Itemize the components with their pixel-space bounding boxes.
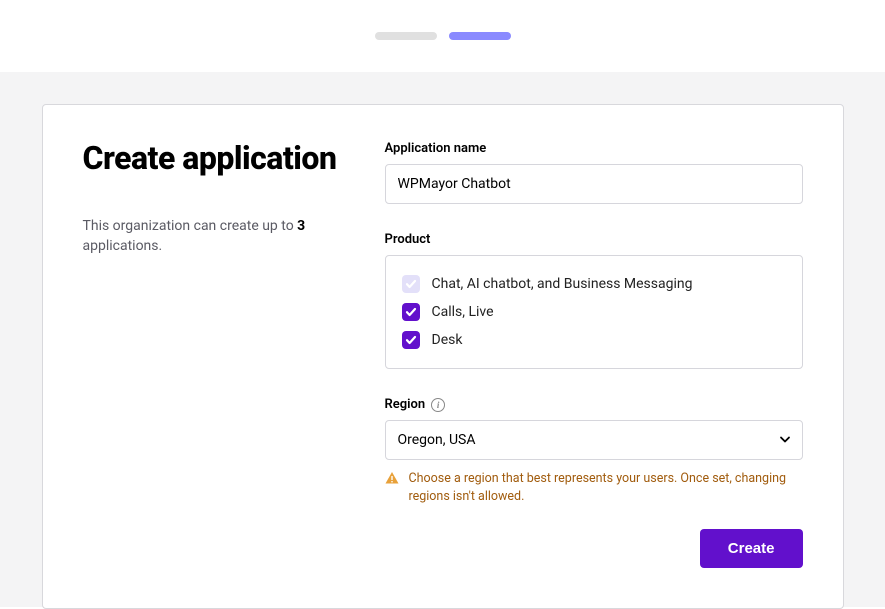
region-section: Region i Oregon, USA Choose a region tha [385,397,803,505]
checkbox-checked-icon [402,303,420,321]
progress-step-1 [375,32,437,40]
product-option-label: Calls, Live [432,304,494,320]
product-option-chat: Chat, AI chatbot, and Business Messaging [402,270,786,298]
product-option-calls[interactable]: Calls, Live [402,298,786,326]
product-options-box: Chat, AI chatbot, and Business Messaging… [385,255,803,369]
checkbox-checked-disabled-icon [402,275,420,293]
page-title: Create application [83,141,345,176]
create-button[interactable]: Create [700,529,803,568]
info-icon[interactable]: i [431,398,445,412]
application-name-input[interactable] [385,164,803,204]
product-section: Product Chat, AI chatbot, and Business M… [385,232,803,369]
product-option-label: Desk [432,332,463,348]
region-warning: Choose a region that best represents you… [385,470,803,505]
product-option-desk[interactable]: Desk [402,326,786,354]
product-label: Product [385,232,803,247]
progress-step-2-active [449,32,511,40]
progress-bar [0,0,885,72]
create-application-card: Create application This organization can… [42,104,844,609]
region-label: Region i [385,397,803,412]
application-name-label: Application name [385,141,803,156]
region-select[interactable]: Oregon, USA [385,420,803,460]
application-name-section: Application name [385,141,803,204]
warning-icon [385,471,399,505]
page-subtitle: This organization can create up to 3 app… [83,216,345,257]
product-option-label: Chat, AI chatbot, and Business Messaging [432,276,693,292]
checkbox-checked-icon [402,331,420,349]
